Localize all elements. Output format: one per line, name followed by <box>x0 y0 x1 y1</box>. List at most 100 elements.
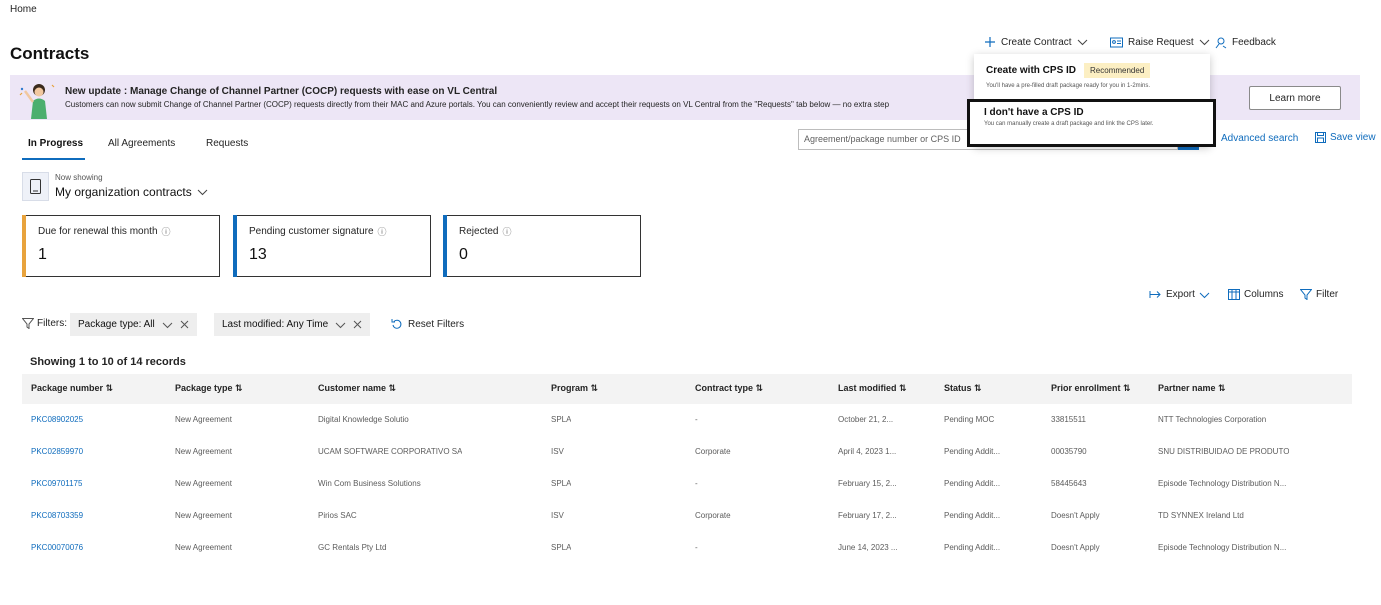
chevron-down-icon <box>1077 39 1087 46</box>
menu-item-create-with-cps-id[interactable]: Create with CPS ID Recommended You'll ha… <box>986 63 1201 89</box>
cell-partner-name: SNU DISTRIBUIDAO DE PRODUTO <box>1158 447 1290 456</box>
table-row[interactable]: PKC09701175 New Agreement Win Com Business… <box>22 469 1352 501</box>
cell-package-type: New Agreement <box>175 511 232 520</box>
cell-partner-name: NTT Technologies Corporation <box>1158 415 1267 424</box>
cell-package-number[interactable]: PKC02859970 <box>31 447 83 456</box>
reset-filters-label: Reset Filters <box>408 318 465 330</box>
save-view-label: Save view <box>1330 132 1376 143</box>
card-due-for-renewal[interactable]: Due for renewal this month ⓘ 1 <box>22 215 220 277</box>
card-rejected[interactable]: Rejected ⓘ 0 <box>443 215 641 277</box>
breadcrumb[interactable]: Home <box>10 4 37 15</box>
filters-label: Filters: <box>22 318 67 329</box>
active-tab-indicator <box>22 158 85 160</box>
save-view-button[interactable]: Save view <box>1315 132 1376 143</box>
column-header-prior-enrollment[interactable]: Prior enrollment ⇅ <box>1051 383 1131 394</box>
advanced-search-link[interactable]: Advanced search <box>1221 133 1298 144</box>
org-view-icon <box>22 172 49 201</box>
raise-request-label: Raise Request <box>1128 36 1194 48</box>
document-icon <box>30 179 41 194</box>
cell-package-number[interactable]: PKC08902025 <box>31 415 83 424</box>
card-value: 1 <box>38 246 47 263</box>
chip-label: Package type: <box>78 319 142 330</box>
learn-more-button[interactable]: Learn more <box>1249 86 1341 110</box>
filter-label: Filter <box>1316 289 1339 300</box>
column-header-customer-name[interactable]: Customer name ⇅ <box>318 383 396 394</box>
tab-requests[interactable]: Requests <box>206 138 248 149</box>
id-card-icon <box>1110 37 1123 47</box>
reset-filters-button[interactable]: Reset Filters <box>391 318 464 330</box>
info-icon: ⓘ <box>161 227 171 237</box>
cell-program: SPLA <box>551 479 572 488</box>
cell-package-type: New Agreement <box>175 479 232 488</box>
cell-partner-name: Episode Technology Distribution N... <box>1158 543 1287 552</box>
cell-status: Pending Addit... <box>944 543 1001 552</box>
banner-title: New update : Manage Change of Channel Pa… <box>65 86 498 97</box>
column-header-partner-name[interactable]: Partner name ⇅ <box>1158 383 1226 394</box>
columns-icon <box>1228 289 1240 300</box>
close-icon[interactable] <box>353 320 362 329</box>
column-header-last-modified[interactable]: Last modified ⇅ <box>838 383 907 394</box>
column-header-package-number[interactable]: Package number ⇅ <box>31 383 113 394</box>
header-label: Package number <box>31 383 104 393</box>
cell-prior-enrollment: Doesn't Apply <box>1051 543 1100 552</box>
columns-button[interactable]: Columns <box>1228 289 1283 300</box>
cell-prior-enrollment: Doesn't Apply <box>1051 511 1100 520</box>
filter-button[interactable]: Filter <box>1300 289 1338 300</box>
table-row[interactable]: PKC08703359 New Agreement Pirios SAC ISV Cor… <box>22 501 1352 533</box>
filter-chip-last-modified[interactable]: Last modified: Any Time <box>214 313 371 336</box>
column-header-status[interactable]: Status ⇅ <box>944 383 982 394</box>
cell-program: ISV <box>551 511 564 520</box>
table-row[interactable]: PKC02859970 New Agreement UCAM SOFTWARE CO… <box>22 437 1352 469</box>
view-selector-dropdown[interactable]: My organization contracts <box>55 185 208 199</box>
cell-partner-name: TD SYNNEX Ireland Ltd <box>1158 511 1244 520</box>
cell-prior-enrollment: 00035790 <box>1051 447 1087 456</box>
plus-icon <box>985 37 995 47</box>
raise-request-button[interactable]: Raise Request <box>1110 34 1210 50</box>
export-button[interactable]: Export <box>1149 289 1210 300</box>
close-icon[interactable] <box>180 320 189 329</box>
header-label: Program <box>551 383 589 393</box>
feedback-button[interactable]: Feedback <box>1214 34 1276 50</box>
celebration-illustration <box>19 84 55 119</box>
cell-customer-name: Pirios SAC <box>318 511 357 520</box>
header-label: Partner name <box>1158 383 1216 393</box>
card-value: 0 <box>459 246 468 263</box>
chevron-down-icon <box>335 322 346 328</box>
cell-customer-name: Digital Knowledge Solutio <box>318 415 409 424</box>
cell-customer-name: GC Rentals Pty Ltd <box>318 543 387 552</box>
table-row[interactable]: PKC08902025 New Agreement Digital Knowledg… <box>22 405 1352 437</box>
create-contract-button[interactable]: Create Contract <box>984 34 1088 50</box>
banner-text: Customers can now submit Change of Chann… <box>65 100 890 109</box>
column-header-package-type[interactable]: Package type ⇅ <box>175 383 243 394</box>
card-label: Pending customer signature <box>249 226 374 237</box>
card-pending-signature[interactable]: Pending customer signature ⓘ 13 <box>233 215 431 277</box>
cell-contract-type: - <box>695 543 698 552</box>
card-label: Due for renewal this month <box>38 226 158 237</box>
cell-package-number[interactable]: PKC09701175 <box>31 479 82 488</box>
menu-item-title: Create with CPS ID <box>986 65 1077 76</box>
tab-all-agreements[interactable]: All Agreements <box>108 138 175 149</box>
cell-prior-enrollment: 58445643 <box>1051 479 1087 488</box>
chip-value: All <box>143 319 155 330</box>
columns-label: Columns <box>1244 289 1284 300</box>
filter-chip-package-type[interactable]: Package type: All <box>70 313 197 336</box>
chevron-down-icon <box>197 189 208 196</box>
card-value: 13 <box>249 246 267 263</box>
cell-package-number[interactable]: PKC08703359 <box>31 511 83 520</box>
column-header-program[interactable]: Program ⇅ <box>551 383 598 394</box>
cell-last-modified: October 21, 2... <box>838 415 894 424</box>
card-accent-bar <box>22 215 26 277</box>
cell-package-number[interactable]: PKC00070076 <box>31 543 83 552</box>
header-label: Prior enrollment <box>1051 383 1121 393</box>
chip-value: Any Time <box>286 319 329 330</box>
header-label: Customer name <box>318 383 387 393</box>
now-showing-label: Now showing <box>55 173 103 182</box>
header-label: Package type <box>175 383 233 393</box>
menu-item-no-cps-id[interactable]: I don't have a CPS ID You can manually c… <box>967 99 1216 147</box>
table-row[interactable]: PKC00070076 New Agreement GC Rentals Pty L… <box>22 533 1352 565</box>
column-header-contract-type[interactable]: Contract type ⇅ <box>695 383 763 394</box>
cell-contract-type: Corporate <box>695 447 731 456</box>
tab-in-progress[interactable]: In Progress <box>28 138 83 149</box>
cell-program: SPLA <box>551 415 572 424</box>
view-selector-value: My organization contracts <box>55 185 192 199</box>
